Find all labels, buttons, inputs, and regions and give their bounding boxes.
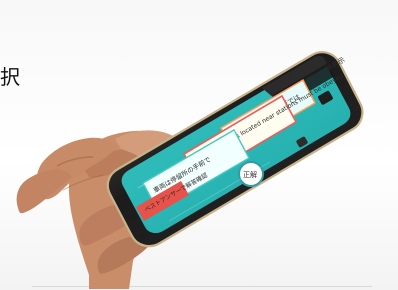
photo-scene: 択 スマートフォン等表示 Electronic signs located ne… (0, 0, 398, 290)
middle-finger (16, 169, 72, 214)
smartphone: スマートフォン等表示 路面電車の停留所付近では Electronic signs… (106, 51, 364, 248)
